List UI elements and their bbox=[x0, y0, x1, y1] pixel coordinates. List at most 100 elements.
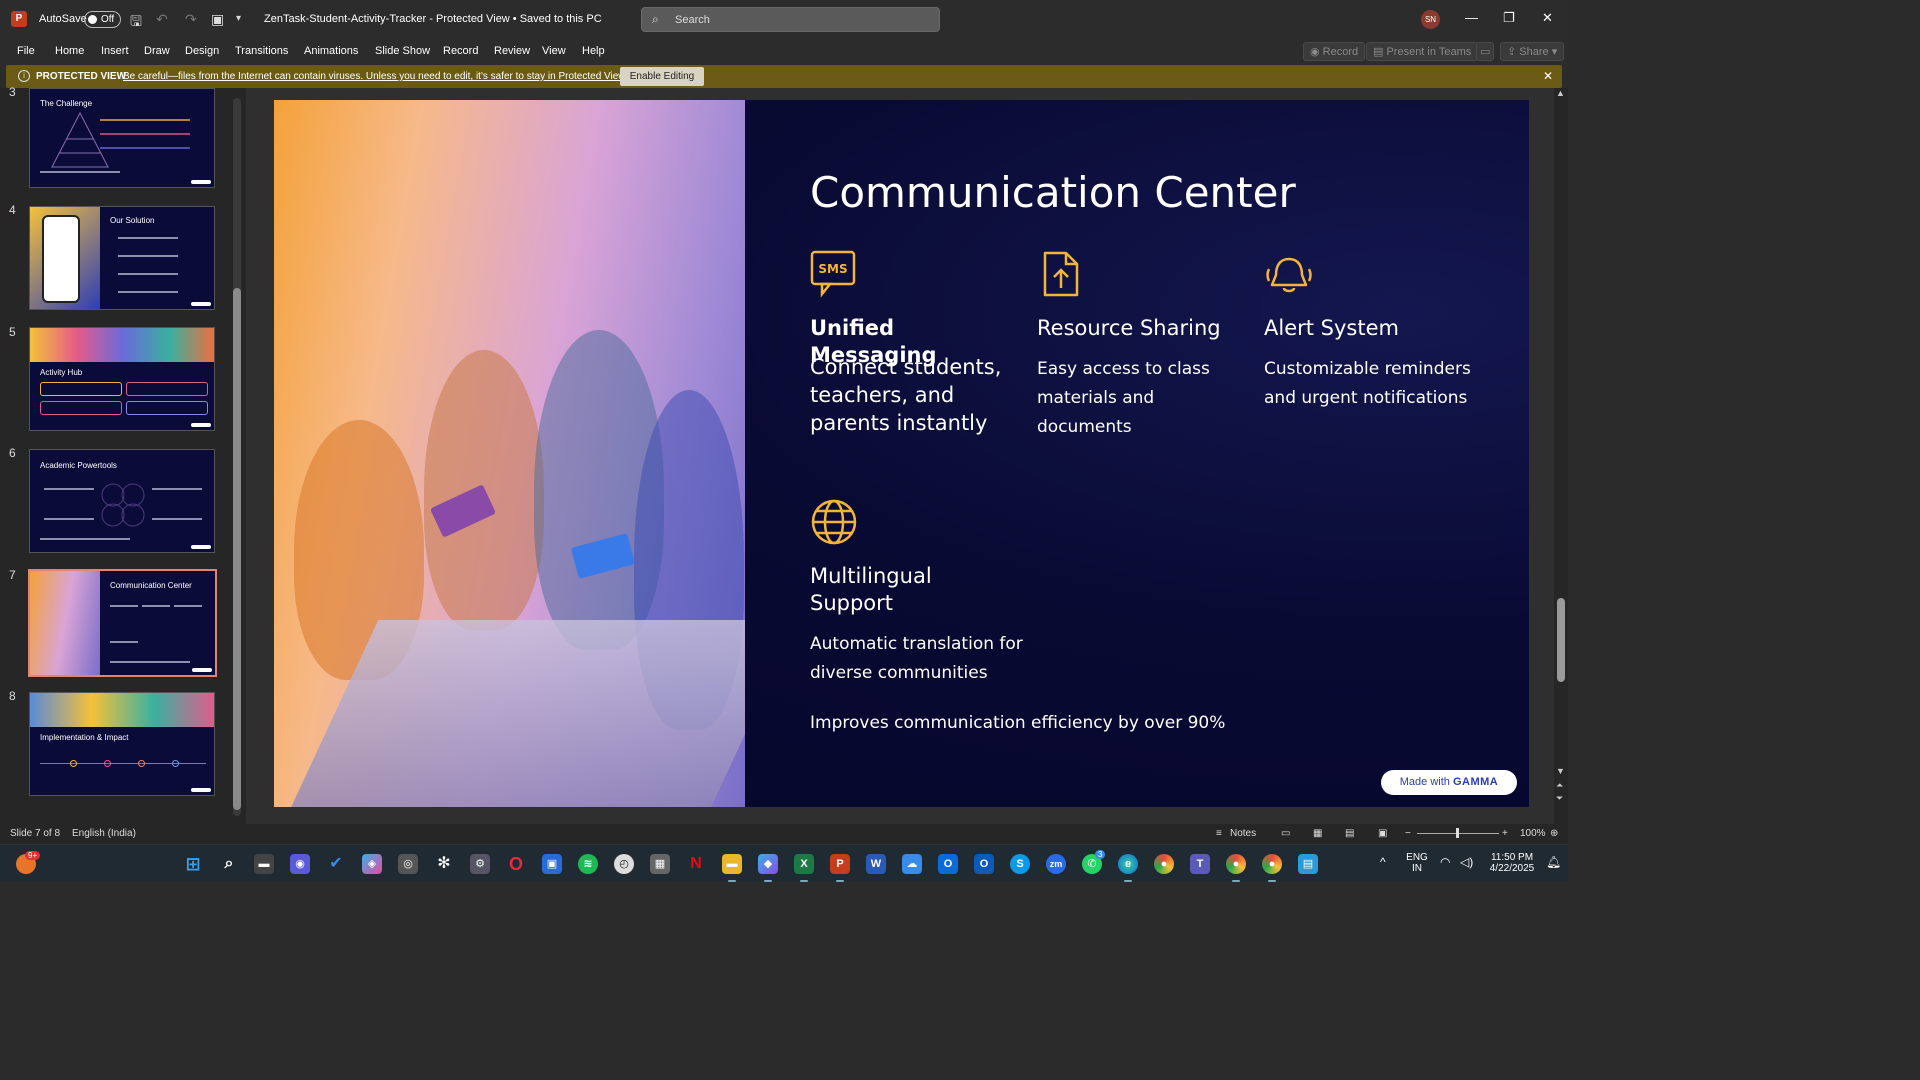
share-button[interactable]: ⇪ Share ▾ bbox=[1500, 42, 1565, 61]
notepad-icon[interactable]: ▤ bbox=[1298, 854, 1318, 874]
clock[interactable]: 11:50 PM 4/22/2025 bbox=[1484, 852, 1540, 874]
task-view-icon[interactable]: ▬ bbox=[254, 854, 274, 874]
tab-draw[interactable]: Draw bbox=[144, 45, 170, 57]
outlook-new-icon[interactable]: O bbox=[974, 854, 994, 874]
scrollbar-thumb[interactable] bbox=[1557, 598, 1565, 682]
customize-toolbar-icon[interactable]: ▾ bbox=[236, 13, 241, 24]
record-button[interactable]: ◉ Record bbox=[1303, 42, 1366, 61]
restore-icon[interactable]: ❐ bbox=[1503, 10, 1515, 26]
present-icon[interactable]: ▣ bbox=[211, 11, 224, 28]
tab-transitions[interactable]: Transitions bbox=[235, 45, 288, 57]
autosave-label: AutoSave bbox=[39, 13, 87, 25]
minimize-icon[interactable]: — bbox=[1465, 10, 1478, 25]
normal-view-icon[interactable]: ▭ bbox=[1281, 828, 1290, 839]
search-box[interactable]: ⌕ Search bbox=[641, 7, 940, 32]
protected-view-message[interactable]: Be careful—files from the Internet can c… bbox=[123, 71, 628, 82]
thumbnail-slide-3[interactable]: The Challenge bbox=[29, 88, 215, 188]
start-icon[interactable]: ⊞ bbox=[183, 854, 203, 874]
undo-icon[interactable]: ↶ bbox=[156, 11, 168, 28]
tab-animations[interactable]: Animations bbox=[304, 45, 358, 57]
enable-editing-button[interactable]: Enable Editing bbox=[620, 67, 704, 86]
excel-icon[interactable]: X bbox=[794, 854, 814, 882]
chrome-profile-2-icon[interactable]: ● bbox=[1262, 854, 1282, 882]
zoom-level[interactable]: 100% bbox=[1520, 828, 1546, 839]
calculator-icon[interactable]: ▦ bbox=[650, 854, 670, 874]
notes-icon[interactable]: ≡ bbox=[1216, 828, 1222, 839]
slide-scrollbar[interactable]: ▲ ▼ ⏶ ⏷ bbox=[1554, 88, 1568, 824]
tab-review[interactable]: Review bbox=[494, 45, 530, 57]
protected-view-bar: i PROTECTED VIEW Be careful—files from t… bbox=[6, 65, 1562, 88]
tab-design[interactable]: Design bbox=[185, 45, 219, 57]
meet-icon[interactable]: ◉ bbox=[290, 854, 310, 874]
chrome-profile-icon[interactable]: ● bbox=[1226, 854, 1246, 882]
camera-icon[interactable]: ◎ bbox=[398, 854, 418, 874]
m365-icon[interactable]: ◆ bbox=[758, 854, 778, 882]
thumbnail-slide-8[interactable]: Implementation & Impact bbox=[29, 692, 215, 796]
clock-icon[interactable]: ◴ bbox=[614, 854, 634, 874]
search-placeholder: Search bbox=[675, 14, 710, 26]
made-with-gamma-badge[interactable]: Made with GAMMA bbox=[1381, 770, 1517, 795]
scroll-down-icon[interactable]: ▼ bbox=[1556, 766, 1565, 776]
thumb-number: 4 bbox=[9, 203, 16, 217]
wifi-icon[interactable]: ◠ bbox=[1440, 855, 1450, 869]
next-slide-icon[interactable]: ⏷ bbox=[1556, 793, 1563, 804]
notification-bell-icon[interactable]: 🔔︎ bbox=[1546, 855, 1561, 869]
autosave-toggle[interactable]: Off bbox=[84, 11, 121, 28]
todo-icon[interactable]: ✔ bbox=[326, 854, 346, 874]
skype-icon[interactable]: S bbox=[1010, 854, 1030, 874]
onedrive-icon[interactable]: ☁ bbox=[902, 854, 922, 874]
outlook-icon[interactable]: O bbox=[938, 854, 958, 874]
thumbnail-slide-7-selected[interactable]: Communication Center bbox=[28, 569, 217, 677]
previous-slide-icon[interactable]: ⏶ bbox=[1556, 780, 1563, 791]
copilot-icon[interactable]: ◈ bbox=[362, 854, 382, 874]
tab-record[interactable]: Record bbox=[443, 45, 478, 57]
close-icon[interactable]: ✕ bbox=[1542, 10, 1553, 26]
volume-icon[interactable]: ◁) bbox=[1460, 855, 1473, 869]
opera-icon[interactable]: O bbox=[506, 854, 526, 874]
close-icon[interactable]: ✕ bbox=[1543, 69, 1553, 83]
teams-icon[interactable]: T bbox=[1190, 854, 1210, 874]
comments-button[interactable]: ▭ bbox=[1476, 42, 1494, 61]
word-icon[interactable]: W bbox=[866, 854, 886, 874]
slide-sorter-icon[interactable]: ▦ bbox=[1313, 828, 1322, 839]
tab-view[interactable]: View bbox=[542, 45, 566, 57]
tab-help[interactable]: Help bbox=[582, 45, 605, 57]
present-in-teams-button[interactable]: ▤ Present in Teams bbox=[1366, 42, 1479, 61]
tab-file[interactable]: File bbox=[17, 45, 35, 57]
zoom-in-icon[interactable]: + bbox=[1502, 828, 1508, 839]
reading-view-icon[interactable]: ▤ bbox=[1345, 828, 1354, 839]
zoom-out-icon[interactable]: − bbox=[1405, 828, 1411, 839]
file-explorer-icon[interactable]: ▬ bbox=[722, 854, 742, 882]
tab-insert[interactable]: Insert bbox=[101, 45, 129, 57]
thumbnail-slide-4[interactable]: Our Solution bbox=[29, 206, 215, 310]
tray-expand-icon[interactable]: ^ bbox=[1380, 855, 1386, 869]
edge-icon[interactable]: e bbox=[1118, 854, 1138, 882]
chatgpt-icon[interactable]: ✻ bbox=[434, 854, 454, 874]
slideshow-view-icon[interactable]: ▣ bbox=[1378, 828, 1387, 839]
netflix-icon[interactable]: N bbox=[686, 854, 706, 874]
save-icon[interactable]: 🖫 bbox=[130, 11, 142, 35]
redo-icon[interactable]: ↷ bbox=[185, 11, 197, 28]
current-slide[interactable]: Communication Center SMS Unified Messagi… bbox=[274, 100, 1529, 807]
powerpoint-icon: P bbox=[11, 11, 27, 27]
store-icon[interactable]: ▣ bbox=[542, 854, 562, 874]
spotify-icon[interactable]: ≋ bbox=[578, 854, 598, 874]
tab-home[interactable]: Home bbox=[55, 45, 84, 57]
scrollbar-thumb[interactable] bbox=[233, 288, 241, 810]
search-icon[interactable]: ⌕ bbox=[219, 854, 239, 874]
fit-to-window-icon[interactable]: ⊕ bbox=[1550, 828, 1558, 839]
notes-button[interactable]: Notes bbox=[1230, 828, 1256, 839]
language-indicator[interactable]: English (India) bbox=[72, 828, 136, 839]
thumbnail-slide-5[interactable]: Activity Hub bbox=[29, 327, 215, 431]
thumbnail-slide-6[interactable]: Academic Powertools bbox=[29, 449, 215, 553]
chrome-icon[interactable]: ● bbox=[1154, 854, 1174, 874]
scroll-up-icon[interactable]: ▲ bbox=[1556, 88, 1565, 98]
language-switcher[interactable]: ENG IN bbox=[1404, 852, 1430, 874]
powerpoint-taskbar-icon[interactable]: P bbox=[830, 854, 850, 882]
thumbnail-scrollbar[interactable] bbox=[231, 88, 243, 824]
zoom-icon[interactable]: zm bbox=[1046, 854, 1066, 874]
zoom-slider-thumb[interactable] bbox=[1456, 828, 1459, 838]
user-avatar[interactable]: SN bbox=[1421, 10, 1440, 29]
tab-slide-show[interactable]: Slide Show bbox=[375, 45, 430, 57]
settings-icon[interactable]: ⚙ bbox=[470, 854, 490, 874]
